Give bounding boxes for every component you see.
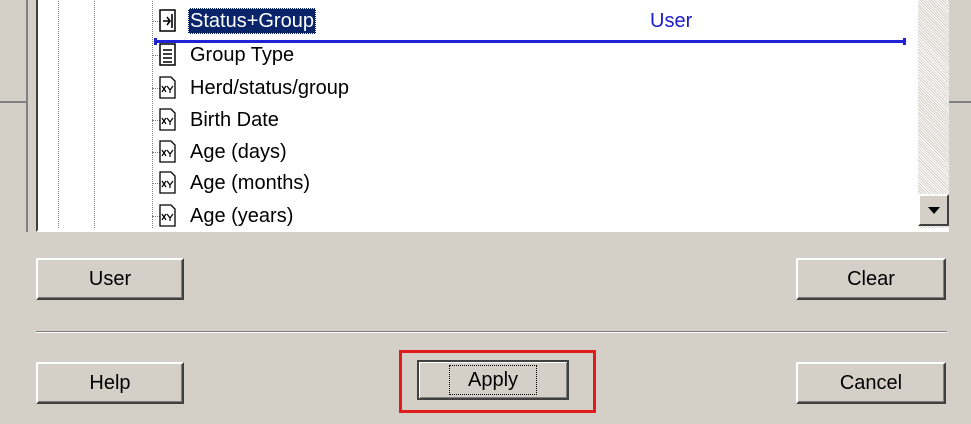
user-button[interactable]: User bbox=[36, 258, 184, 300]
tree-view: Status+Group User Group Type Herd/status… bbox=[38, 0, 918, 228]
highlight-box bbox=[399, 350, 596, 413]
vertical-scrollbar[interactable] bbox=[918, 0, 949, 228]
scroll-down-button[interactable] bbox=[918, 194, 949, 226]
field-xyz-icon bbox=[158, 171, 178, 195]
cancel-button[interactable]: Cancel bbox=[796, 362, 946, 404]
tree-item-birth-date[interactable]: Birth Date bbox=[38, 105, 918, 135]
user-tag: User bbox=[650, 10, 693, 32]
tree-item-age-years[interactable]: Age (years) bbox=[38, 201, 918, 228]
help-button[interactable]: Help bbox=[36, 362, 184, 404]
field-tree-panel[interactable]: Status+Group User Group Type Herd/status… bbox=[36, 0, 949, 232]
splitter-left[interactable] bbox=[0, 101, 26, 103]
arrow-down-icon bbox=[927, 206, 940, 214]
tree-item-label: Herd/status/group bbox=[190, 77, 349, 99]
tree-item-status-group[interactable]: Status+Group User bbox=[38, 6, 918, 36]
relation-icon bbox=[158, 9, 178, 33]
tree-item-age-days[interactable]: Age (days) bbox=[38, 137, 918, 167]
tree-item-label: Age (days) bbox=[190, 141, 287, 163]
tree-item-label: Group Type bbox=[190, 44, 295, 66]
tree-item-label: Age (months) bbox=[190, 172, 311, 194]
field-xyz-icon bbox=[158, 76, 178, 100]
field-xyz-icon bbox=[158, 140, 178, 164]
document-icon bbox=[158, 43, 178, 67]
panel-edge-left bbox=[26, 0, 28, 232]
field-xyz-icon bbox=[158, 204, 178, 228]
tree-item-herd-status-group[interactable]: Herd/status/group bbox=[38, 73, 918, 103]
tree-item-label: Age (years) bbox=[190, 205, 294, 227]
separator bbox=[36, 331, 947, 333]
clear-button[interactable]: Clear bbox=[796, 258, 946, 300]
tree-item-group-type[interactable]: Group Type bbox=[38, 40, 918, 70]
tree-item-age-months[interactable]: Age (months) bbox=[38, 168, 918, 198]
field-xyz-icon bbox=[158, 108, 178, 132]
tree-item-label: Birth Date bbox=[190, 109, 279, 131]
tree-item-label: Status+Group bbox=[188, 8, 316, 34]
